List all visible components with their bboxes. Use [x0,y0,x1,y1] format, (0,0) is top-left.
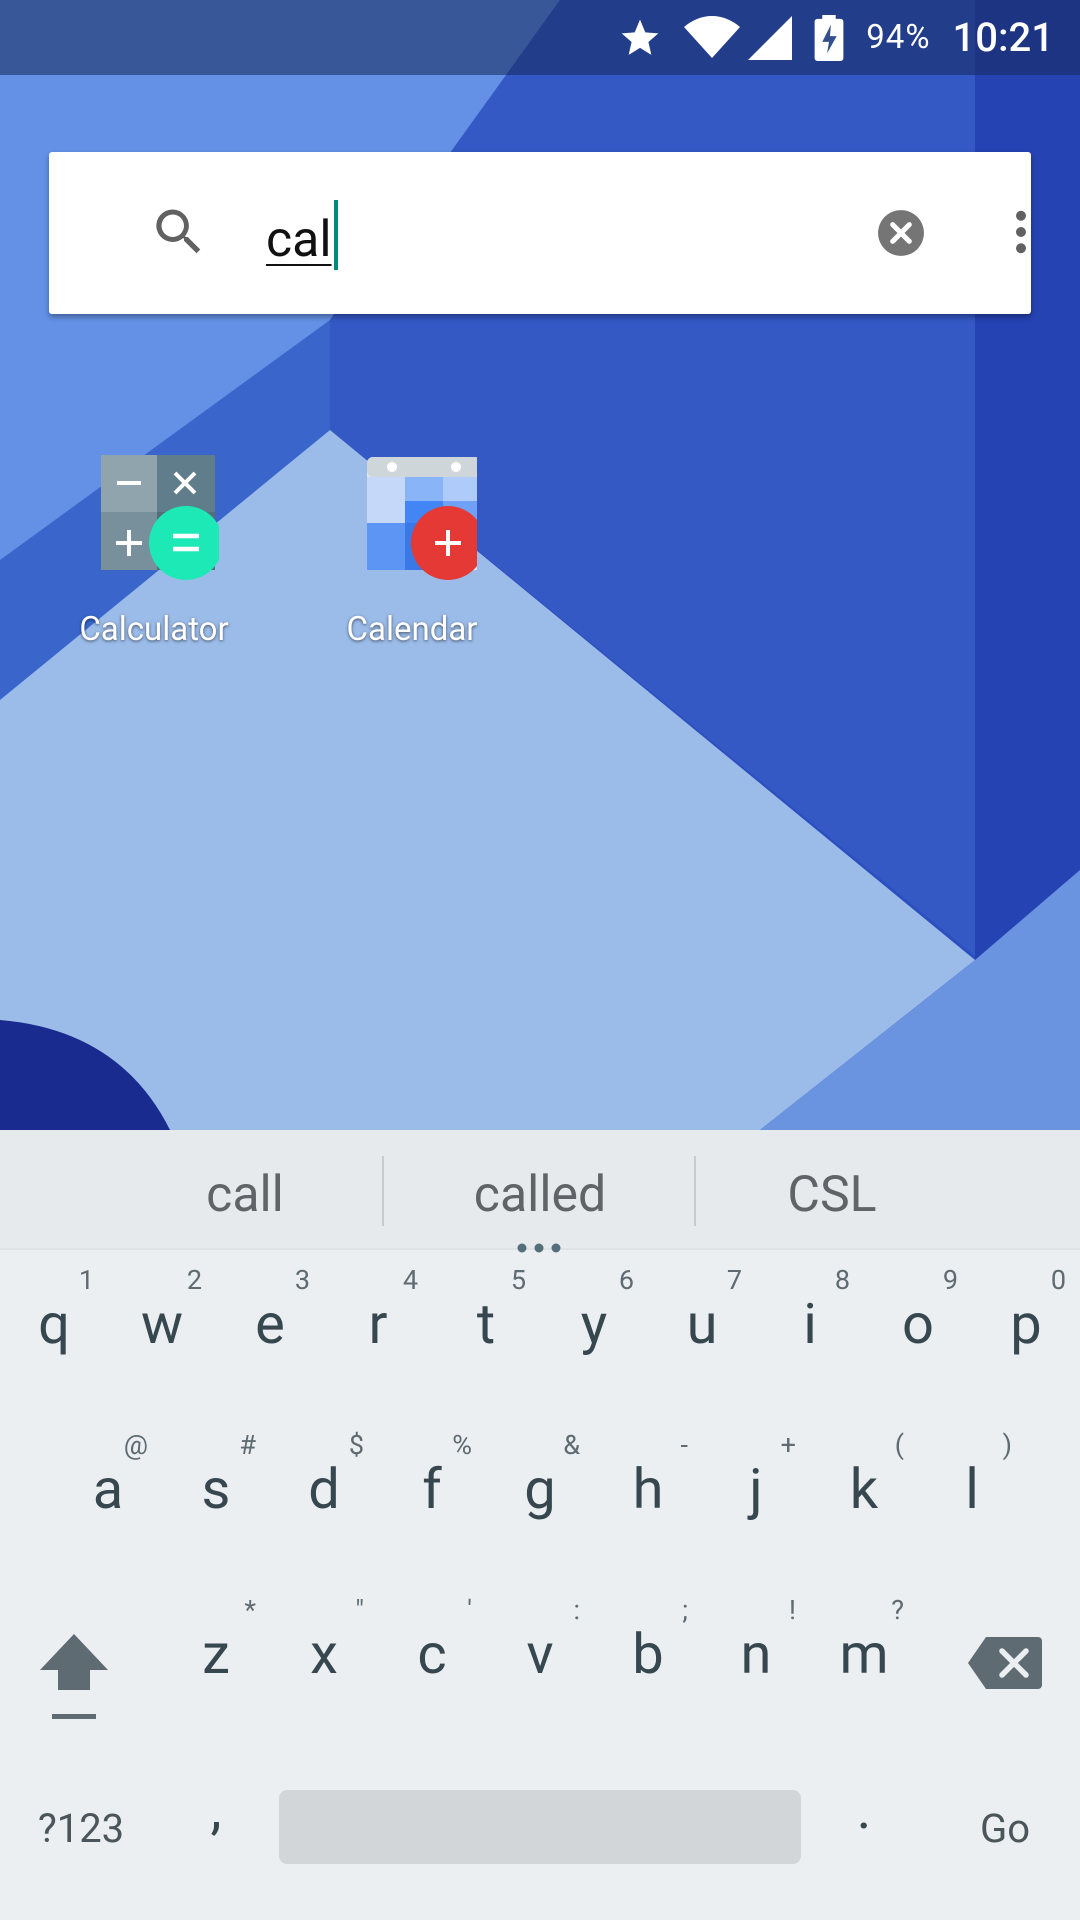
calendar-icon [312,455,512,580]
more-suggestions-icon[interactable] [516,1238,562,1253]
app-calculator[interactable]: Calculator [54,455,254,649]
more-vert-icon[interactable] [995,204,1047,260]
backspace-key[interactable] [930,1582,1080,1732]
app-label: Calculator [79,610,229,649]
suggestion-3[interactable]: CSL [712,1130,952,1250]
symbols-key[interactable]: ?123 [0,1747,162,1897]
key-j[interactable]: j + [702,1417,810,1567]
key-m[interactable]: m? [810,1582,918,1732]
battery-percent: 94% [866,18,931,57]
key-o[interactable]: o9 [864,1252,972,1402]
period-key[interactable]: . [810,1747,918,1897]
text-cursor [333,200,338,270]
key-i[interactable]: i8 [756,1252,864,1402]
suggestion-1[interactable]: call [125,1130,365,1250]
key-f[interactable]: f% [378,1417,486,1567]
key-r[interactable]: r4 [324,1252,432,1402]
star-icon [618,16,662,60]
suggestion-2[interactable]: called [420,1130,660,1250]
key-l[interactable]: l) [918,1417,1026,1567]
shift-key[interactable] [0,1582,150,1732]
go-key[interactable]: Go [930,1747,1080,1897]
key-v[interactable]: v: [486,1582,594,1732]
app-label: Calendar [346,610,478,649]
battery-charging-icon [814,14,844,61]
clock: 10:21 [952,14,1054,61]
suggestion-strip: call called CSL [0,1130,1080,1253]
key-x[interactable]: x " [270,1582,378,1732]
calculator-icon [54,455,254,580]
key-y[interactable]: y6 [540,1252,648,1402]
key-p[interactable]: p0 [972,1252,1080,1402]
backspace-icon [968,1637,1042,1693]
spacebar[interactable] [279,1790,801,1864]
key-e[interactable]: e3 [216,1252,324,1402]
key-n[interactable]: n! [702,1582,810,1732]
shift-icon [38,1632,110,1726]
key-z[interactable]: z * [162,1582,270,1732]
key-a[interactable]: a @ [54,1417,162,1567]
status-bar: 94% 10:21 [0,0,1080,75]
key-t[interactable]: t5 [432,1252,540,1402]
app-search-bar[interactable]: cal [49,152,1031,314]
suggestion-divider [694,1156,696,1226]
key-g[interactable]: g & [486,1417,594,1567]
key-h[interactable]: h- [594,1417,702,1567]
cell-signal-icon [748,15,793,60]
search-query-text: cal [266,211,332,269]
key-u[interactable]: u7 [648,1252,756,1402]
app-calendar[interactable]: Calendar [312,455,512,649]
key-w[interactable]: w2 [108,1252,216,1402]
key-d[interactable]: d $ [270,1417,378,1567]
key-b[interactable]: b; [594,1582,702,1732]
key-q[interactable]: q1 [0,1252,108,1402]
key-s[interactable]: s # [162,1417,270,1567]
key-c[interactable]: c ' [378,1582,486,1732]
soft-keyboard: call called CSL q1 w2 e3 r4 t5 y6 u7 i8 … [0,1130,1080,1920]
search-icon[interactable] [149,202,209,262]
comma-key[interactable]: , [162,1747,270,1897]
search-input[interactable]: cal [266,200,338,270]
wifi-icon [684,15,741,60]
suggestion-divider [382,1156,384,1226]
key-k[interactable]: k( [810,1417,918,1567]
clear-icon[interactable] [876,208,926,258]
